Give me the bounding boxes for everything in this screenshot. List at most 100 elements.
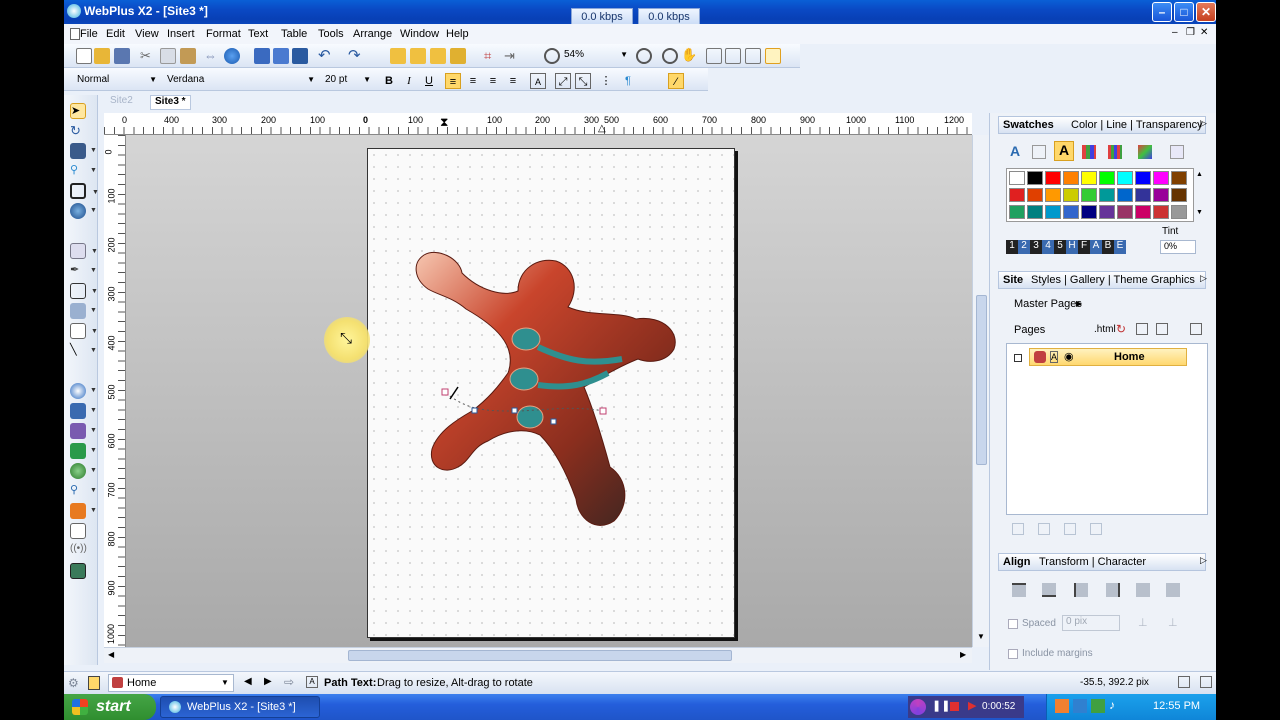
zoom-out-icon[interactable]	[544, 48, 560, 64]
refresh-icon[interactable]: ↻	[1116, 322, 1126, 336]
palette-digit[interactable]: 2	[1018, 240, 1030, 254]
italic-button[interactable]: I	[401, 73, 417, 89]
bullets-icon[interactable]: ⋮	[598, 73, 614, 89]
color-swatch[interactable]	[1099, 205, 1115, 219]
text-frame-tool-icon[interactable]: ▼	[70, 243, 98, 259]
page-properties-icon[interactable]	[1136, 323, 1148, 335]
underline-button[interactable]: U	[421, 73, 437, 89]
selection-handle[interactable]	[471, 407, 478, 414]
color-swatch[interactable]	[1171, 205, 1187, 219]
paragraph-icon[interactable]: ¶	[620, 73, 636, 89]
page-action-icon[interactable]	[1012, 523, 1024, 535]
close-button[interactable]: ✕	[1196, 2, 1216, 22]
page-icon[interactable]	[88, 676, 100, 690]
smart-object-tool-icon[interactable]: ▼	[70, 463, 97, 479]
color-swatch[interactable]	[1027, 188, 1043, 202]
tray-icon[interactable]	[1073, 699, 1087, 713]
tab-site[interactable]: Site	[1003, 274, 1023, 286]
minimize-button[interactable]: –	[1152, 2, 1172, 22]
page-item-home[interactable]: A ◉ Home	[1029, 348, 1187, 366]
align-tab-header[interactable]: Align Transform | Character	[998, 553, 1206, 571]
site-tab-header[interactable]: Site Styles | Gallery | Theme Graphics	[998, 271, 1206, 289]
picture-fill-icon[interactable]	[1170, 145, 1184, 159]
workspace-canvas[interactable]: ⤡	[126, 135, 972, 647]
search-tool-icon[interactable]: ⚲ ▼	[70, 483, 97, 499]
page-area[interactable]	[367, 148, 735, 638]
align-right-button[interactable]: ≡	[485, 73, 501, 89]
tint-input[interactable]: 0%	[1160, 240, 1196, 254]
tab-transform-character[interactable]: Transform | Character	[1039, 556, 1146, 568]
rss-tool-icon[interactable]: ▼	[70, 503, 97, 519]
paste-icon[interactable]	[180, 48, 196, 64]
pause-icon[interactable]: ❚❚	[932, 699, 950, 712]
menu-text[interactable]: Text	[248, 28, 268, 40]
color-swatch[interactable]	[1135, 188, 1151, 202]
horizontal-scrollbar[interactable]: ◀ ▶	[104, 647, 972, 663]
scroll-left-icon[interactable]: ◀	[108, 650, 114, 659]
page-view-icon[interactable]	[765, 48, 781, 64]
redo-icon[interactable]: ↷	[348, 46, 364, 64]
menu-tools[interactable]: Tools	[318, 28, 344, 40]
scroll-down-icon[interactable]: ▼	[977, 632, 985, 641]
palette-digit[interactable]: A	[1090, 240, 1102, 254]
selection-handle[interactable]	[599, 407, 607, 415]
color-swatch[interactable]	[1135, 171, 1151, 185]
undo-icon[interactable]: ↶	[318, 46, 334, 64]
zoom-select[interactable]: 54% ▼	[560, 47, 630, 65]
tab-styles-gallery-theme[interactable]: Styles | Gallery | Theme Graphics	[1031, 274, 1195, 286]
eye-icon[interactable]: ◉	[1064, 350, 1074, 363]
taskbar-item-webplus[interactable]: WebPlus X2 - [Site3 *]	[160, 696, 320, 718]
selection-handle[interactable]	[550, 418, 557, 425]
color-swatch[interactable]	[1045, 171, 1061, 185]
html-label[interactable]: .html	[1094, 324, 1116, 335]
link-icon[interactable]: ⇔	[204, 48, 220, 64]
color-swatch[interactable]	[1117, 171, 1133, 185]
next-page-icon[interactable]: ▶	[264, 676, 272, 687]
transparency-tool-icon[interactable]: ⚲ ▼	[70, 163, 97, 179]
tab-color-line-transparency[interactable]: Color | Line | Transparency	[1071, 119, 1203, 131]
pointer-tool-icon[interactable]: ➤	[70, 103, 86, 119]
preview-icon[interactable]	[224, 48, 240, 64]
menu-window[interactable]: Window	[400, 28, 439, 40]
color-swatch[interactable]	[1063, 188, 1079, 202]
text-style-select[interactable]: Normal ▼	[72, 71, 160, 89]
html-fragment-tool-icon[interactable]	[70, 523, 86, 539]
font-select[interactable]: Verdana ▼	[162, 71, 318, 89]
color-swatch[interactable]	[1171, 188, 1187, 202]
flash-tool-icon[interactable]	[70, 563, 86, 579]
logo-shape[interactable]	[368, 149, 736, 639]
color-swatch[interactable]	[1009, 205, 1025, 219]
color-swatch[interactable]	[1081, 188, 1097, 202]
swatches-tab-header[interactable]: Swatches Color | Line | Transparency	[998, 116, 1206, 134]
palette-digit[interactable]: 3	[1030, 240, 1042, 254]
color-swatch[interactable]	[1009, 171, 1025, 185]
tab-marker-icon[interactable]: △	[598, 123, 606, 134]
pen-tool-icon[interactable]: ✒ ▼	[70, 263, 97, 279]
ecommerce-tool-icon[interactable]: ▼	[70, 443, 97, 459]
vertical-scrollbar[interactable]: ▼	[972, 135, 989, 647]
shrink-text-icon[interactable]: ⤡	[575, 73, 591, 89]
actual-size-icon[interactable]	[745, 48, 761, 64]
tab-swatches[interactable]: Swatches	[1003, 119, 1054, 131]
scroll-thumb[interactable]	[976, 295, 987, 465]
publish-icon[interactable]	[254, 48, 270, 64]
menu-file[interactable]: File	[80, 28, 98, 40]
mdi-minimize-icon[interactable]: –	[1172, 27, 1178, 38]
menu-view[interactable]: View	[135, 28, 159, 40]
bold-button[interactable]: B	[381, 73, 397, 89]
color-swatch[interactable]	[1081, 205, 1097, 219]
zoom-in-icon[interactable]	[636, 48, 652, 64]
scroll-thumb[interactable]	[348, 650, 732, 661]
delete-page-icon[interactable]	[1190, 323, 1202, 335]
maximize-button[interactable]: □	[1174, 2, 1194, 22]
selection-handle[interactable]	[511, 407, 518, 414]
update-icon[interactable]	[292, 48, 308, 64]
open-icon[interactable]	[94, 48, 110, 64]
stop-icon[interactable]	[950, 702, 959, 711]
menu-insert[interactable]: Insert	[167, 28, 195, 40]
color-swatch[interactable]	[1153, 171, 1169, 185]
form-tool-icon[interactable]: ▼	[70, 423, 97, 439]
color-swatch[interactable]	[1153, 188, 1169, 202]
page-action-icon[interactable]	[1064, 523, 1076, 535]
horizontal-ruler[interactable]: 0 400 300 200 100 0 100 100 200 300 500 …	[104, 113, 972, 135]
